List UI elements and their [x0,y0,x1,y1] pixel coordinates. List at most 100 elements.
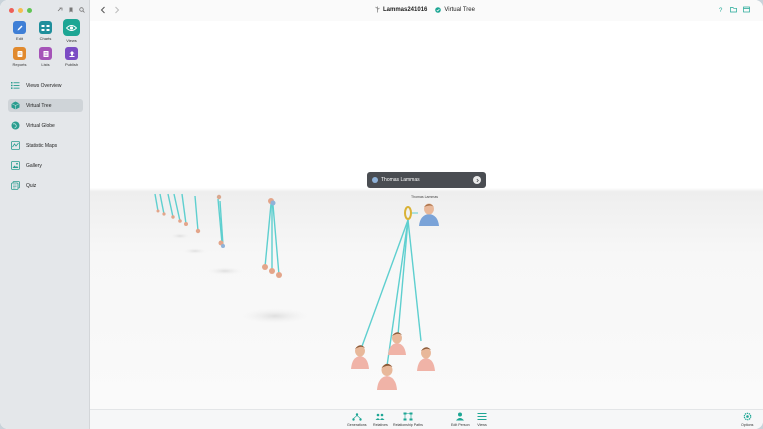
globe-icon [11,121,20,130]
edit-person-label: Edit Person [451,423,470,427]
marriage-ring-icon[interactable] [404,206,412,220]
title-bar-actions: ? [717,6,750,13]
tool-label: Views [66,38,77,43]
generations-button[interactable]: Generations [347,412,367,427]
pencil-icon [13,21,26,34]
bookmark-icon[interactable] [68,7,74,13]
views-label: Views [477,423,487,427]
upload-icon [65,47,78,60]
person-figure-child[interactable] [351,345,369,369]
close-window-button[interactable] [9,8,14,13]
relatives-icon [375,412,385,421]
ground-shadow [170,233,190,239]
folder-icon[interactable] [730,6,737,13]
tool-reports[interactable]: Reports [7,47,32,67]
ground-shadow [183,248,207,254]
help-icon[interactable]: ? [717,6,724,13]
document-name: Lammas241016 [383,6,428,13]
grid-list-icon [11,81,20,90]
edit-person-button[interactable]: Edit Person [451,412,470,427]
popup-person-name: Thomas Lammas [381,177,420,183]
current-view: Virtual Tree [435,7,475,13]
charts-icon [39,21,52,34]
window-title: Lammas241016 Virtual Tree [375,6,475,13]
cube-icon [11,101,20,110]
sidebar-item-statistic-maps[interactable]: Statistic Maps [8,139,83,152]
sidebar-item-virtual-globe[interactable]: Virtual Globe [8,119,83,132]
sidebar-item-virtual-tree[interactable]: Virtual Tree [8,99,83,112]
relationship-paths-button[interactable]: Relationship Paths [393,412,423,427]
tool-label: Reports [12,62,27,67]
back-arrow-icon[interactable] [100,6,106,14]
person-name-label: Thomas Lammas [411,195,439,199]
sidebar-item-label: Virtual Globe [26,122,55,129]
views-button[interactable]: Views [477,412,487,427]
zoom-window-button[interactable] [27,8,32,13]
tool-label: Lists [41,62,50,67]
gallery-icon [11,161,20,170]
generations-label: Generations [347,423,367,427]
sidebar-top-icons [57,7,85,13]
branch-lines [360,219,422,367]
ground-shadow [207,267,243,275]
reports-icon [13,47,26,60]
tool-label: Publish [64,62,79,67]
sidebar-item-views-overview[interactable]: Views Overview [8,79,83,92]
options-label: Options [741,423,754,427]
tool-label: Edit [16,36,23,41]
search-person-icon[interactable] [79,7,85,13]
chevron-right-icon[interactable] [473,176,481,184]
options-button[interactable]: Options [741,412,753,427]
sidebar-item-label: Views Overview [26,82,62,89]
lists-icon [39,47,52,60]
map-icon [11,141,20,150]
edit-person-icon [455,412,465,421]
window-layout-icon[interactable] [743,6,750,13]
sidebar-item-quiz[interactable]: Quiz [8,179,83,192]
sidebar-item-label: Virtual Tree [26,102,52,109]
app-window: Edit Charts Views Reports Lists Publish … [0,0,763,429]
person-popup[interactable]: Thomas Lammas [367,172,486,188]
view-name: Virtual Tree [444,6,475,13]
views-list-icon [477,412,487,421]
tool-label: Charts [39,36,52,41]
quiz-icon [11,181,20,190]
bottom-toolbar: Generations Relatives Relationship Paths… [90,409,763,429]
tool-charts[interactable]: Charts [33,21,58,43]
svg-text:?: ? [719,8,723,13]
sidebar-nav: Views Overview Virtual Tree Virtual Glob… [8,79,83,199]
person-figure-thomas-lammas[interactable] [419,203,439,227]
sidebar-item-label: Statistic Maps [26,142,58,149]
relationship-paths-icon [403,412,413,421]
main-area: Lammas241016 Virtual Tree ? Thomas Lamma… [90,0,763,429]
forward-arrow-icon[interactable] [114,6,120,14]
relationship-paths-label: Relationship Paths [393,423,423,427]
window-controls [9,8,32,13]
person-avatar-icon [372,177,378,183]
tool-edit[interactable]: Edit [7,21,32,43]
tool-grid: Edit Charts Views Reports Lists Publish [7,19,85,67]
sidebar-item-label: Quiz [26,182,37,189]
person-figure-child[interactable] [417,347,435,371]
generations-icon [352,412,362,421]
tool-views[interactable]: Views [59,19,84,43]
sidebar-item-gallery[interactable]: Gallery [8,159,83,172]
sidebar: Edit Charts Views Reports Lists Publish … [0,0,90,429]
relatives-label: Relatives [373,423,388,427]
tool-lists[interactable]: Lists [33,47,58,67]
tool-publish[interactable]: Publish [59,47,84,67]
view-status-icon [435,6,442,13]
relatives-button[interactable]: Relatives [373,412,388,427]
link-icon[interactable] [57,7,63,13]
tree-3d-canvas[interactable] [90,21,763,409]
history-navigation [100,6,120,14]
person-figure-child[interactable] [377,363,397,390]
virtual-tree-scene[interactable]: Thomas Lammas Thomas Lammas [90,21,763,409]
minimize-window-button[interactable] [18,8,23,13]
sidebar-item-label: Gallery [26,162,42,169]
eye-icon [63,19,80,36]
title-bar: Lammas241016 Virtual Tree ? [90,0,763,21]
gear-icon [742,412,752,421]
ground-shadow [240,308,310,324]
tree-icon [375,6,380,13]
